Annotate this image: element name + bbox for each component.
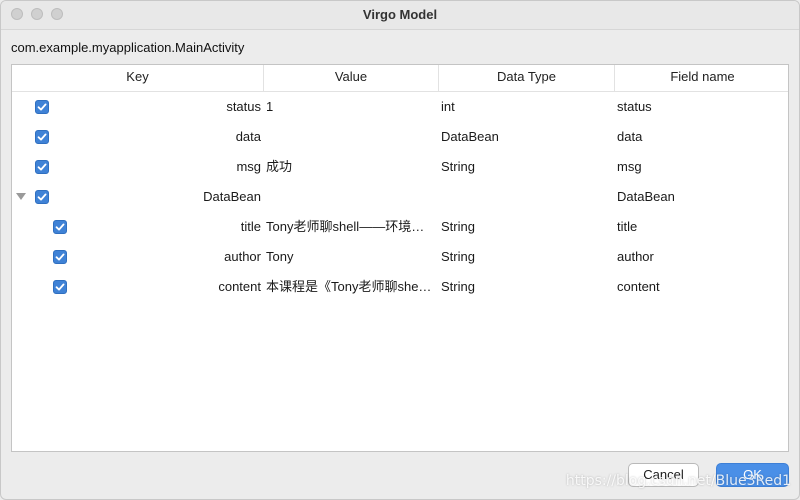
key-cell: DataBean bbox=[203, 189, 261, 204]
row-checkbox[interactable] bbox=[35, 100, 49, 114]
column-header-key[interactable]: Key bbox=[12, 65, 263, 91]
row-checkbox[interactable] bbox=[53, 280, 67, 294]
row-checkbox[interactable] bbox=[53, 250, 67, 264]
data-type-cell[interactable]: String bbox=[441, 212, 611, 242]
field-name-cell[interactable]: author bbox=[617, 242, 787, 272]
data-type-cell[interactable]: int bbox=[441, 92, 611, 122]
data-type-cell[interactable] bbox=[441, 182, 611, 212]
table-row[interactable]: author Tony String author bbox=[12, 242, 788, 272]
model-table: Key Value Data Type Field name status 1 … bbox=[11, 64, 789, 452]
field-name-cell[interactable]: content bbox=[617, 272, 787, 302]
class-path-label: com.example.myapplication.MainActivity bbox=[11, 40, 245, 55]
check-icon bbox=[55, 283, 65, 291]
check-icon bbox=[55, 223, 65, 231]
value-cell[interactable]: Tony老师聊shell——环境… bbox=[266, 212, 436, 242]
key-cell: status bbox=[226, 99, 261, 114]
field-name-cell[interactable]: status bbox=[617, 92, 787, 122]
value-cell[interactable]: Tony bbox=[266, 242, 436, 272]
data-type-cell[interactable]: String bbox=[441, 152, 611, 182]
field-name-cell[interactable]: DataBean bbox=[617, 182, 787, 212]
check-icon bbox=[37, 133, 47, 141]
key-cell: title bbox=[240, 219, 261, 234]
table-header: Key Value Data Type Field name bbox=[12, 65, 788, 92]
table-row[interactable]: status 1 int status bbox=[12, 92, 788, 122]
table-row[interactable]: data DataBean data bbox=[12, 122, 788, 152]
row-checkbox[interactable] bbox=[35, 160, 49, 174]
value-cell[interactable]: 本课程是《Tony老师聊she… bbox=[266, 272, 436, 302]
row-checkbox[interactable] bbox=[53, 220, 67, 234]
table-row[interactable]: title Tony老师聊shell——环境… String title bbox=[12, 212, 788, 242]
key-cell: msg bbox=[236, 159, 261, 174]
virgo-model-dialog: Virgo Model com.example.myapplication.Ma… bbox=[0, 0, 800, 500]
column-header-data-type[interactable]: Data Type bbox=[438, 65, 614, 91]
value-cell[interactable] bbox=[266, 182, 436, 212]
table-row[interactable]: content 本课程是《Tony老师聊she… String content bbox=[12, 272, 788, 302]
title-bar: Virgo Model bbox=[1, 1, 799, 30]
data-type-cell[interactable]: String bbox=[441, 242, 611, 272]
data-type-cell[interactable]: String bbox=[441, 272, 611, 302]
check-icon bbox=[55, 253, 65, 261]
column-header-value[interactable]: Value bbox=[263, 65, 438, 91]
key-cell: author bbox=[224, 249, 261, 264]
check-icon bbox=[37, 193, 47, 201]
column-header-field-name[interactable]: Field name bbox=[614, 65, 790, 91]
value-cell[interactable]: 1 bbox=[266, 92, 436, 122]
field-name-cell[interactable]: msg bbox=[617, 152, 787, 182]
window-title: Virgo Model bbox=[362, 7, 438, 22]
field-name-cell[interactable]: data bbox=[617, 122, 787, 152]
table-row[interactable]: DataBean DataBean bbox=[12, 182, 788, 212]
field-name-cell[interactable]: title bbox=[617, 212, 787, 242]
expand-arrow-icon[interactable] bbox=[16, 193, 26, 200]
value-cell[interactable]: 成功 bbox=[266, 152, 436, 182]
key-cell: content bbox=[218, 279, 261, 294]
value-cell[interactable] bbox=[266, 122, 436, 152]
row-checkbox[interactable] bbox=[35, 190, 49, 204]
data-type-cell[interactable]: DataBean bbox=[441, 122, 611, 152]
table-row[interactable]: msg 成功 String msg bbox=[12, 152, 788, 182]
key-cell: data bbox=[235, 129, 261, 144]
check-icon bbox=[37, 163, 47, 171]
watermark: https://blog.csdn.net/Blue3Red1 bbox=[565, 473, 791, 489]
row-checkbox[interactable] bbox=[35, 130, 49, 144]
check-icon bbox=[37, 103, 47, 111]
